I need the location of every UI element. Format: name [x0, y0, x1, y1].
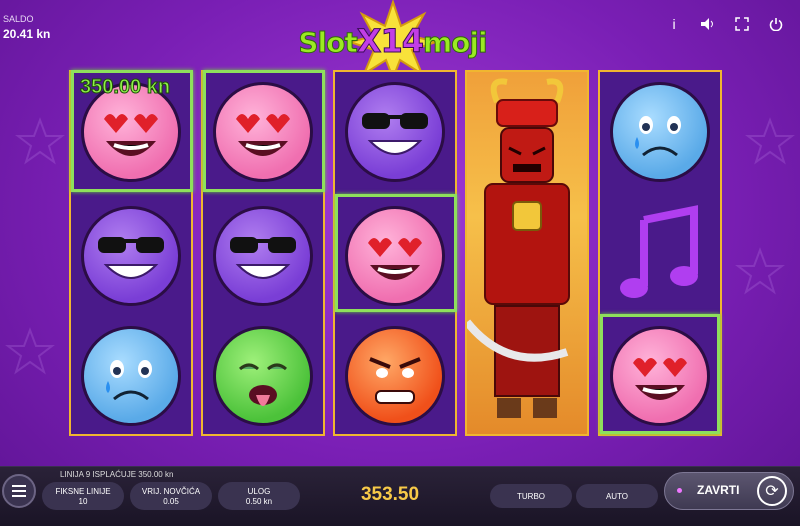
auto-button[interactable]: AUTO	[576, 484, 658, 508]
menu-icon-line	[12, 485, 26, 487]
spin-button[interactable]: ZAVRTI ⟳	[664, 472, 794, 510]
balance-display: SALDO 20.41 kn	[3, 14, 50, 41]
balance-label: SALDO	[3, 14, 34, 24]
win-highlight-reel-2	[203, 70, 325, 192]
fixed-lines-value: 10	[78, 496, 88, 506]
bet-control[interactable]: ULOG 0.50 kn	[218, 482, 300, 510]
sick-emoji-icon	[213, 326, 313, 426]
win-highlight-reel-3	[335, 194, 457, 312]
fixed-lines-control[interactable]: FIKSNE LINIJE 10	[42, 482, 124, 510]
coin-value-control[interactable]: VRIJ. NOVČIĆA 0.05	[130, 482, 212, 510]
symbol-crying	[604, 76, 716, 188]
power-icon[interactable]	[766, 14, 786, 34]
bet-value: 0.50 kn	[245, 496, 273, 506]
game-logo: SlotX14moji	[270, 0, 515, 78]
spin-indicator-dot	[677, 488, 682, 493]
sunglasses-emoji-icon	[345, 82, 445, 182]
win-highlight-reel-5	[600, 314, 720, 434]
balance-value: 20.41 kn	[3, 27, 51, 41]
symbol-sick	[207, 320, 319, 432]
music-note-icon	[620, 205, 698, 298]
coin-value-label: VRIJ. NOVČIĆA	[141, 486, 201, 496]
spin-label: ZAVRTI	[697, 483, 740, 497]
menu-icon-line	[12, 495, 26, 497]
coin-value: 0.05	[163, 496, 179, 506]
fixed-lines-label: FIKSNE LINIJE	[55, 486, 111, 496]
bet-label: ULOG	[247, 486, 271, 496]
logo-word-moji: moji	[422, 26, 488, 60]
logo-word-slot: Slot	[298, 26, 358, 60]
payline-info: LINIJA 9 ISPLAĆUJE 350.00 kn	[60, 470, 174, 479]
crying-emoji-icon	[610, 82, 710, 182]
info-icon[interactable]: i	[664, 14, 684, 34]
win-amount-label: 350.00 kn	[79, 76, 171, 99]
samurai-wild-icon	[463, 78, 570, 418]
top-toolbar: i	[664, 14, 786, 34]
menu-button[interactable]	[2, 474, 36, 508]
menu-icon-line	[12, 490, 26, 492]
logo-text: SlotX14moji	[270, 22, 515, 61]
symbol-sunglasses	[207, 200, 319, 312]
fullscreen-icon[interactable]	[732, 14, 752, 34]
logo-number: 14	[380, 22, 425, 61]
crying-emoji-icon	[81, 326, 181, 426]
symbol-sunglasses	[339, 76, 451, 188]
symbol-sunglasses	[75, 200, 187, 312]
symbol-angry	[339, 320, 451, 432]
reel-4	[463, 70, 589, 436]
sound-icon[interactable]	[698, 14, 718, 34]
angry-emoji-icon	[345, 326, 445, 426]
symbol-crying	[75, 320, 187, 432]
turbo-button[interactable]: TURBO	[490, 484, 572, 508]
symbol-music-note	[604, 200, 716, 312]
spin-arrows-icon: ⟳	[757, 476, 787, 506]
sunglasses-emoji-icon	[213, 206, 313, 306]
sunglasses-emoji-icon	[81, 206, 181, 306]
total-win-display: 353.50	[360, 484, 420, 505]
logo-x: X	[356, 22, 382, 61]
